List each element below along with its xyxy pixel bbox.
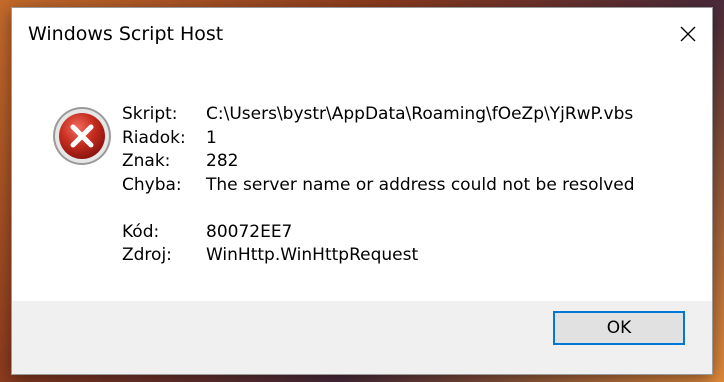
dialog-title: Windows Script Host	[28, 23, 224, 45]
ok-button[interactable]: OK	[553, 311, 685, 345]
close-icon	[680, 26, 696, 42]
char-label: Znak:	[122, 151, 171, 171]
detail-char: Znak: 282	[122, 150, 635, 174]
code-value: 80072EE7	[206, 221, 293, 242]
line-label: Riadok:	[122, 127, 186, 148]
detail-code: Kód: 80072EE7	[122, 221, 635, 245]
script-value: C:\Users\bystr\AppData\Roaming\fOeZp\YjR…	[206, 104, 634, 124]
error-value: The server name or address could not be …	[206, 174, 635, 195]
error-label: Chyba:	[122, 174, 182, 195]
script-label: Skript:	[122, 104, 178, 124]
code-label: Kód:	[122, 221, 160, 242]
char-value: 282	[206, 151, 239, 171]
source-value: WinHttp.WinHttpRequest	[206, 245, 419, 265]
detail-source: Zdroj: WinHttp.WinHttpRequest	[122, 244, 635, 268]
line-value: 1	[206, 127, 217, 148]
button-bar: OK	[12, 301, 712, 374]
error-icon	[53, 107, 111, 165]
error-details: Skript: C:\Users\bystr\AppData\Roaming\f…	[122, 103, 635, 268]
message-dialog: Windows Script Host Skript: C:\Users\bys…	[12, 8, 712, 374]
close-button[interactable]	[664, 8, 712, 60]
detail-error: Chyba: The server name or address could …	[122, 174, 635, 198]
detail-script: Skript: C:\Users\bystr\AppData\Roaming\f…	[122, 103, 635, 127]
source-label: Zdroj:	[122, 245, 172, 265]
detail-line: Riadok: 1	[122, 127, 635, 151]
